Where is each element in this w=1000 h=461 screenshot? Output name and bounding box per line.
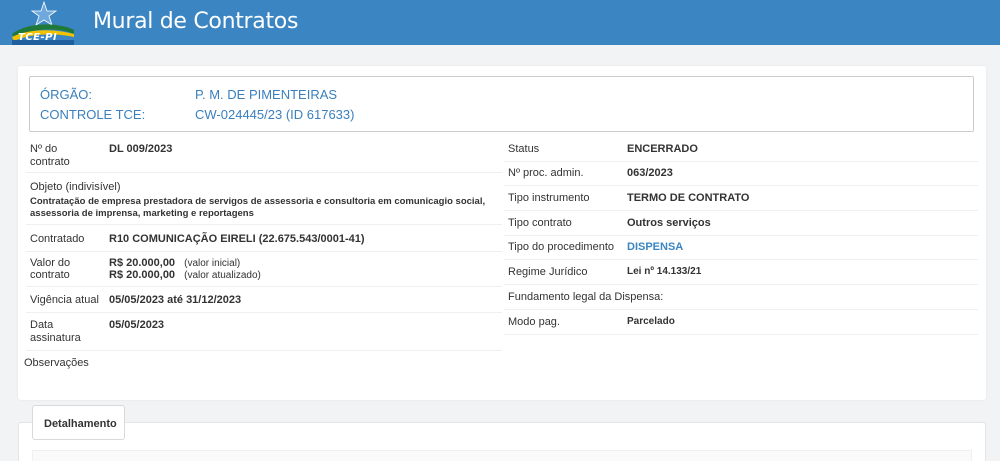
controle-row: CONTROLE TCE: CW-024445/23 (ID 617633) [40,107,354,122]
valor-atualizado: R$ 20.000,00 (valor atualizado) [109,269,261,281]
proc-label: Nº proc. admin. [508,167,584,179]
valor-label-line2: contrato [30,269,70,281]
data-value: 05/05/2023 [109,319,165,331]
page-title: Mural de Contratos [93,9,299,34]
divider [26,350,502,351]
objeto-value-line2: assessoria de imprensa, marketing e repo… [30,208,254,219]
regime-label: Regime Jurídico [508,266,588,278]
divider [26,172,502,173]
divider [504,161,978,162]
controle-value: CW-024445/23 (ID 617633) [195,107,355,122]
tipo-instrumento-label: Tipo instrumento [508,192,590,204]
tipo-contrato-label: Tipo contrato [508,217,572,229]
divider [504,284,978,285]
logo-text: TCE-PI [18,32,58,43]
numero-value: DL 009/2023 [109,143,173,155]
tipo-procedimento-link[interactable]: DISPENSA [627,241,683,253]
valor-inicial-note: (valor inicial) [184,258,241,269]
divider [504,259,978,260]
objeto-label: Objeto (indivisível) [30,181,121,193]
tab-detalhamento[interactable]: Detalhamento [32,405,125,440]
observacoes-label: Observações [24,357,89,369]
valor-atualizado-amount: R$ 20.000,00 [109,269,176,281]
orgao-value: P. M. DE PIMENTEIRAS [195,87,338,102]
top-header-bar: TCE-PI Mural de Contratos [0,0,1000,45]
orgao-row: ÓRGÃO: P. M. DE PIMENTEIRAS [40,87,337,102]
divider [26,224,502,225]
divider [26,286,502,287]
proc-value: 063/2023 [627,167,673,179]
contract-card: ÓRGÃO: P. M. DE PIMENTEIRAS CONTROLE TCE:… [18,66,986,400]
vigencia-value: 05/05/2023 até 31/12/2023 [109,294,242,306]
status-label: Status [508,143,540,155]
numero-label-line2: contrato [30,156,70,168]
data-label-line2: assinatura [30,332,81,344]
divider [504,334,978,335]
valor-inicial-amount: R$ 20.000,00 [109,257,176,269]
tipo-procedimento-label: Tipo do procedimento [508,241,614,253]
detalhamento-content [32,450,972,461]
orgao-label: ÓRGÃO: [40,87,93,102]
divider [504,210,978,211]
contratado-label: Contratado [30,233,85,245]
status-value: ENCERRADO [627,143,698,155]
vigencia-label: Vigência atual [30,294,99,306]
valor-atualizado-note: (valor atualizado) [184,270,261,281]
divider [504,185,978,186]
divider [504,235,978,236]
tipo-contrato-value: Outros serviços [627,217,711,229]
tipo-instrumento-value: TERMO DE CONTRATO [627,192,750,204]
divider [26,312,502,313]
orgao-box: ÓRGÃO: P. M. DE PIMENTEIRAS CONTROLE TCE:… [29,76,974,132]
divider [26,251,502,252]
modo-pag-value: Parcelado [627,316,675,327]
data-label-line1: Data [30,319,54,331]
contratado-value: R10 COMUNICAÇÃO EIRELI (22.675.543/0001-… [109,233,365,245]
fundamento-label: Fundamento legal da Dispensa: [508,291,664,303]
regime-value: Lei nº 14.133/21 [627,266,702,277]
controle-label: CONTROLE TCE: [40,107,146,122]
valor-inicial: R$ 20.000,00 (valor inicial) [109,257,240,269]
divider [504,309,978,310]
objeto-value-line1: Contratação de empresa prestadora de ser… [30,196,486,207]
valor-label-line1: Valor do [30,257,71,269]
numero-label-line1: Nº do [30,143,58,155]
modo-pag-label: Modo pag. [508,316,560,328]
